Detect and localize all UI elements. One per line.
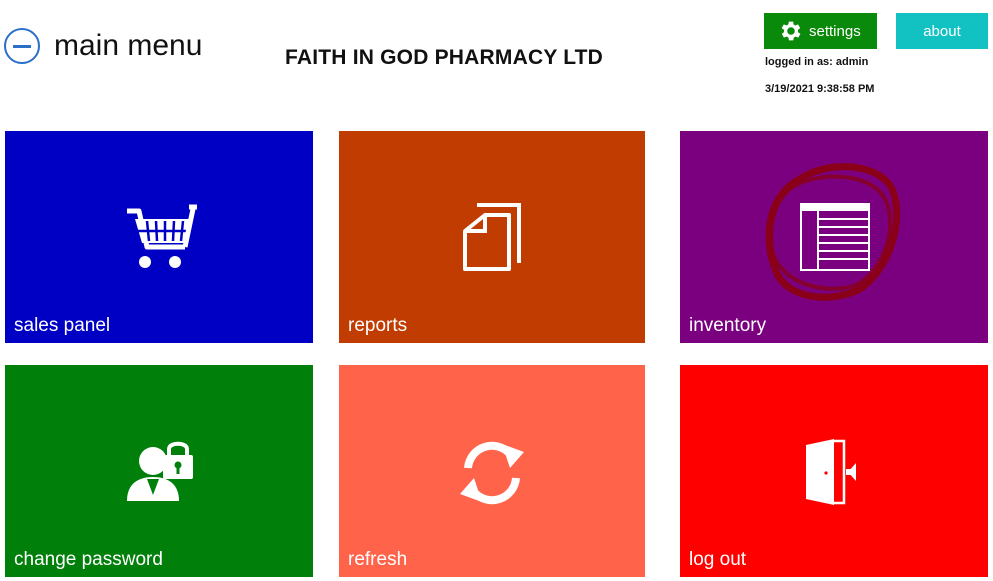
datetime-display: 3/19/2021 9:38:58 PM [765,83,875,95]
back-button[interactable] [4,28,40,64]
tile-label: refresh [348,549,408,570]
user-lock-icon [127,441,193,501]
settings-label: settings [809,22,861,40]
tile-change-password[interactable]: change password [5,365,313,577]
tile-label: inventory [689,315,767,336]
settings-button[interactable]: settings [764,13,877,49]
company-name: FAITH IN GOD PHARMACY LTD [285,46,604,69]
tile-reports[interactable]: reports [339,131,645,343]
page-title: main menu [54,29,203,62]
logged-in-status: logged in as: admin [765,56,869,68]
refresh-icon [460,441,524,505]
tile-label: reports [348,315,408,336]
shopping-cart-icon [127,204,197,268]
tile-inventory[interactable]: inventory [680,131,988,343]
about-button[interactable]: about [896,13,988,49]
tile-log-out[interactable]: log out [680,365,988,577]
gear-icon [781,21,801,41]
tile-sales-panel[interactable]: sales panel [5,131,313,343]
exit-door-icon [806,439,856,505]
tile-label: sales panel [14,315,111,336]
tile-label: change password [14,549,163,570]
documents-icon [463,203,521,271]
tile-refresh[interactable]: refresh [339,365,645,577]
table-icon [765,163,901,301]
tile-label: log out [689,549,747,570]
